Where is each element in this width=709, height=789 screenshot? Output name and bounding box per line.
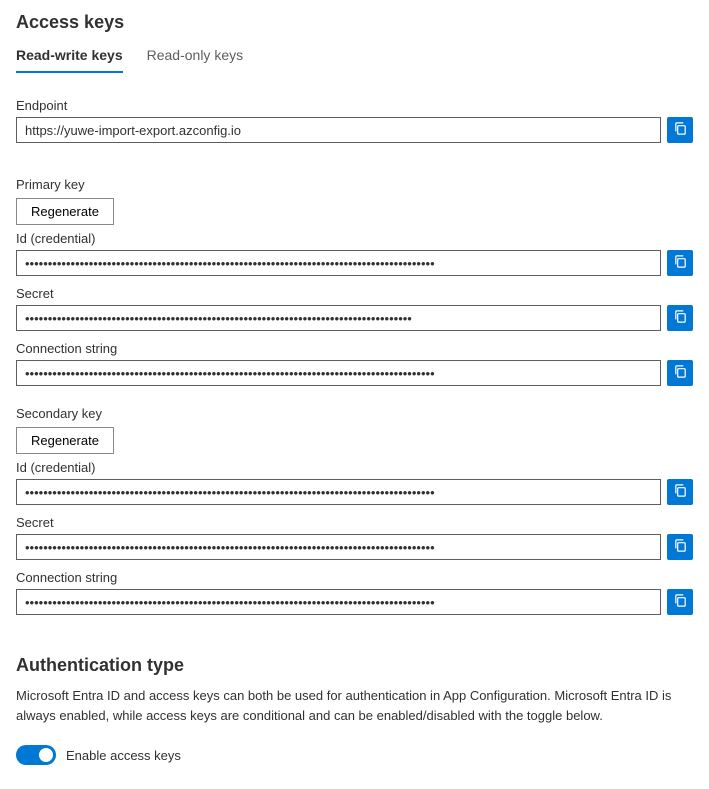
copy-icon: [673, 254, 688, 272]
primary-conn-input[interactable]: [16, 360, 661, 386]
secondary-key-title: Secondary key: [16, 406, 693, 421]
primary-id-input[interactable]: [16, 250, 661, 276]
tab-read-write-keys[interactable]: Read-write keys: [16, 47, 123, 73]
copy-icon: [673, 483, 688, 501]
endpoint-label: Endpoint: [16, 98, 693, 113]
endpoint-input[interactable]: [16, 117, 661, 143]
copy-primary-conn-button[interactable]: [667, 360, 693, 386]
tabs-container: Read-write keys Read-only keys: [16, 47, 693, 74]
primary-conn-label: Connection string: [16, 341, 693, 356]
enable-access-keys-toggle[interactable]: [16, 745, 56, 765]
toggle-knob: [39, 748, 53, 762]
primary-id-label: Id (credential): [16, 231, 693, 246]
secondary-key-section: Secondary key Regenerate Id (credential)…: [16, 406, 693, 615]
secondary-id-input[interactable]: [16, 479, 661, 505]
primary-secret-input[interactable]: [16, 305, 661, 331]
secondary-secret-label: Secret: [16, 515, 693, 530]
secondary-conn-label: Connection string: [16, 570, 693, 585]
secondary-id-label: Id (credential): [16, 460, 693, 475]
copy-endpoint-button[interactable]: [667, 117, 693, 143]
primary-key-title: Primary key: [16, 177, 693, 192]
secondary-conn-input[interactable]: [16, 589, 661, 615]
enable-access-keys-label: Enable access keys: [66, 748, 181, 763]
copy-icon: [673, 309, 688, 327]
copy-icon: [673, 121, 688, 139]
copy-icon: [673, 593, 688, 611]
authentication-description: Microsoft Entra ID and access keys can b…: [16, 686, 693, 725]
primary-key-section: Primary key Regenerate Id (credential) S…: [16, 177, 693, 386]
copy-primary-id-button[interactable]: [667, 250, 693, 276]
copy-primary-secret-button[interactable]: [667, 305, 693, 331]
authentication-title: Authentication type: [16, 655, 693, 676]
copy-secondary-id-button[interactable]: [667, 479, 693, 505]
regenerate-secondary-button[interactable]: Regenerate: [16, 427, 114, 454]
tab-read-only-keys[interactable]: Read-only keys: [147, 47, 244, 73]
copy-secondary-secret-button[interactable]: [667, 534, 693, 560]
copy-icon: [673, 364, 688, 382]
copy-icon: [673, 538, 688, 556]
copy-secondary-conn-button[interactable]: [667, 589, 693, 615]
authentication-section: Authentication type Microsoft Entra ID a…: [16, 655, 693, 765]
primary-secret-label: Secret: [16, 286, 693, 301]
page-title: Access keys: [16, 12, 693, 33]
secondary-secret-input[interactable]: [16, 534, 661, 560]
regenerate-primary-button[interactable]: Regenerate: [16, 198, 114, 225]
